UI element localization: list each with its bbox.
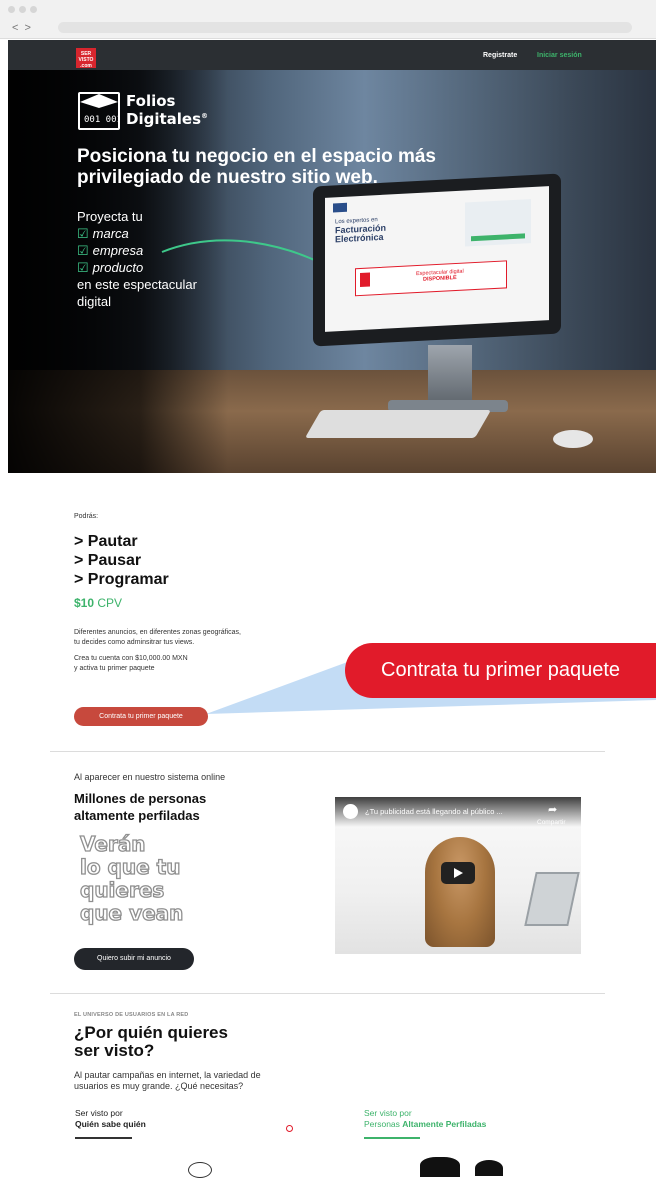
youtube-video-embed[interactable]: ¿Tu publicidad está llegando al público … (335, 797, 581, 954)
desc-line: y activa tu primer paquete (74, 665, 155, 672)
checkbox-icon: ☑ (77, 243, 89, 258)
heading-line: ¿Por quién quieres (74, 1023, 228, 1042)
slogan-line: que vean (79, 901, 184, 925)
option-profiled[interactable]: Ser visto por Personas Altamente Perfila… (364, 1108, 486, 1130)
checkbox-icon: ☑ (77, 260, 89, 275)
contract-package-callout[interactable]: Contrata tu primer paquete (345, 643, 656, 698)
heading-line: ser visto? (74, 1041, 155, 1060)
hero-banner: 001 0011 Folios Digitales® Posiciona tu … (8, 70, 656, 473)
back-icon[interactable]: < (12, 22, 24, 34)
screen-login-form (465, 199, 531, 247)
registered-mark: ® (201, 112, 209, 120)
screen-title: Los expertos en Facturación Electrónica (335, 217, 386, 245)
slogan-text: Verán lo que tu quieres que vean (79, 832, 184, 925)
universe-eyebrow: EL UNIVERSO DE USUARIOS EN LA RED (74, 1012, 189, 1018)
sketch-figure-icon (420, 1157, 460, 1177)
top-navigation: SER VISTO .com Registrate Iniciar sesión (8, 40, 656, 70)
billboard-line: DISPONIBLE (423, 274, 457, 283)
option-small-label: Ser visto por (75, 1108, 123, 1118)
billboard-logo-icon (360, 272, 370, 288)
brand-line2: Digitales (126, 110, 202, 128)
price-amount: $10 (74, 596, 95, 610)
monitor-screen: Los expertos en Facturación Electrónica … (325, 186, 549, 332)
price-per-view: $10 CPV (74, 596, 122, 610)
puppy-image (425, 837, 495, 947)
svg-text:001 0011: 001 0011 (84, 115, 118, 125)
tablet-image (524, 872, 580, 926)
forward-icon[interactable]: > (24, 22, 36, 34)
action-item: > Pautar (74, 533, 138, 550)
folios-box-logo-icon: 001 0011 (78, 92, 127, 130)
upload-ad-button[interactable]: Quiero subir mi anuncio (74, 948, 194, 970)
contract-package-button[interactable]: Contrata tu primer paquete (74, 707, 208, 726)
option-big-label-b: Altamente Perfiladas (402, 1119, 487, 1129)
heading-line: Millones de personas (74, 791, 207, 806)
address-bar[interactable] (58, 22, 632, 33)
browser-nav-arrows: <> (12, 22, 37, 34)
close-window-dot[interactable] (8, 6, 15, 13)
option-big-label: Quién sabe quién (75, 1119, 146, 1129)
play-button-icon[interactable] (441, 862, 475, 884)
checkbox-icon: ☑ (77, 226, 89, 241)
mouse-image (553, 430, 593, 448)
window-controls (8, 6, 37, 13)
keyboard-image (304, 410, 492, 438)
price-unit: CPV (97, 596, 123, 610)
audience-intro: Al aparecer en nuestro sistema online (74, 772, 226, 782)
login-link[interactable]: Iniciar sesión (537, 52, 582, 59)
desc-line: Crea tu cuenta con $10,000.00 MXN (74, 655, 188, 662)
imac-monitor: Los expertos en Facturación Electrónica … (313, 173, 561, 347)
option-big-label-a: Personas (364, 1119, 403, 1129)
video-title[interactable]: ¿Tu publicidad está llegando al público … (365, 807, 503, 816)
share-icon[interactable]: ➦ (548, 803, 557, 816)
action-item: > Pausar (74, 552, 142, 569)
body-line: Al pautar campañas en internet, la varie… (74, 1070, 261, 1080)
slogan-line: lo que tu (79, 855, 181, 879)
browser-chrome: <> (0, 0, 656, 39)
item-label: marca (92, 226, 129, 241)
universe-heading: ¿Por quién quieres ser visto? (74, 1024, 228, 1060)
billboard-text: Espectacular digital DISPONIBLE (416, 269, 464, 284)
brand-line1: Folios (126, 92, 176, 110)
audience-heading: Millones de personas altamente perfilada… (74, 790, 206, 824)
screen-logo-icon (333, 202, 347, 213)
option-anyone[interactable]: Ser visto por Quién sabe quién (75, 1108, 146, 1130)
action-list: > Pautar > Pausar > Programar (74, 532, 169, 589)
action-item: > Programar (74, 571, 169, 588)
radio-icon[interactable] (286, 1125, 293, 1132)
screen-title-line: Electrónica (335, 231, 384, 245)
option-small-label: Ser visto por (364, 1108, 412, 1118)
share-label[interactable]: Compartir (537, 819, 566, 826)
site-logo[interactable]: SER VISTO .com (76, 48, 96, 69)
channel-avatar[interactable] (343, 804, 358, 819)
register-link[interactable]: Registrate (483, 52, 517, 59)
minimize-window-dot[interactable] (19, 6, 26, 13)
option-underline (364, 1137, 420, 1139)
heading-line: altamente perfiladas (74, 808, 200, 823)
item-label: producto (92, 260, 144, 275)
folios-brand: Folios Digitales® (126, 94, 208, 127)
universe-body: Al pautar campañas en internet, la varie… (74, 1070, 261, 1092)
proyecta-label: Proyecta tu (77, 209, 143, 224)
body-line: usuarios es muy grande. ¿Qué necesitas? (74, 1081, 244, 1091)
screen-billboard: Espectacular digital DISPONIBLE (355, 260, 507, 297)
section-divider (50, 751, 605, 752)
sketch-figure-icon (475, 1160, 503, 1176)
screen-form-button (471, 233, 525, 242)
offer-description: Diferentes anuncios, en diferentes zonas… (74, 628, 241, 674)
desc-line: tu decides como adminsitrar tus views. (74, 639, 195, 646)
podras-label: Podrás: (74, 513, 99, 520)
desc-line: Diferentes anuncios, en diferentes zonas… (74, 629, 241, 636)
monitor-stand (428, 345, 472, 405)
slogan-line: quieres (79, 878, 165, 902)
sketch-figure-icon (188, 1162, 212, 1178)
option-underline (75, 1137, 132, 1139)
maximize-window-dot[interactable] (30, 6, 37, 13)
section-divider (50, 993, 605, 994)
site-logo-text: SER VISTO .com (78, 51, 94, 69)
item-label: empresa (92, 243, 144, 258)
slogan-line: Verán (79, 832, 146, 856)
